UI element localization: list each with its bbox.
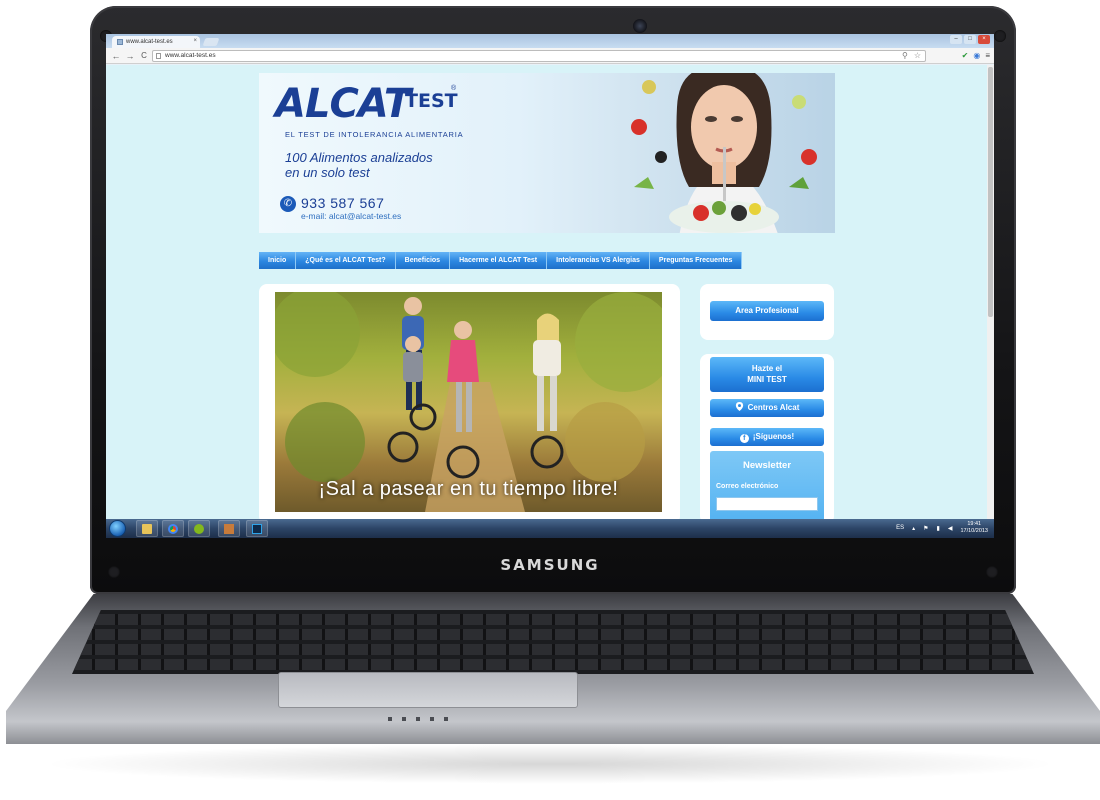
address-bar-icons: ⚲ ☆ xyxy=(902,51,921,60)
area-profesional-button[interactable]: Area Profesional xyxy=(710,301,824,321)
site-logo-subtitle: EL TEST DE INTOLERANCIA ALIMENTARIA xyxy=(285,130,464,139)
nav-item-inicio[interactable]: Inicio xyxy=(259,252,297,269)
facebook-icon: f xyxy=(739,434,749,443)
status-lights xyxy=(388,717,448,721)
nav-item-intolerancias-vs-alergias[interactable]: Intolerancias VS Alergias xyxy=(547,252,650,269)
close-window-button[interactable]: × xyxy=(978,35,990,44)
contact-email[interactable]: e-mail: alcat@alcat-test.es xyxy=(301,211,401,221)
chrome-menu-icon[interactable]: ≡ xyxy=(985,50,990,62)
new-tab-button[interactable] xyxy=(202,38,220,46)
browser-tab[interactable]: www.alcat-test.es × xyxy=(112,36,200,48)
laptop-shadow xyxy=(40,744,1060,784)
taskbar-photoshop-button[interactable] xyxy=(246,520,268,537)
scrollbar-thumb[interactable] xyxy=(988,67,993,317)
network-icon[interactable]: ▮ xyxy=(937,525,940,532)
webcam-icon xyxy=(633,19,647,33)
window-controls: – □ × xyxy=(950,35,990,44)
tab-title: www.alcat-test.es xyxy=(126,39,173,45)
reload-icon[interactable]: C xyxy=(138,50,150,62)
mini-test-line2: MINI TEST xyxy=(747,375,787,384)
minimize-button[interactable]: – xyxy=(950,35,962,44)
key-row xyxy=(72,614,1034,625)
newsletter-box: Newsletter Correo electrónico xyxy=(710,451,824,519)
browser-toolbar: ← → C www.alcat-test.es ⚲ ☆ ✔ ◉ ≡ xyxy=(106,48,994,64)
address-bar-url: www.alcat-test.es xyxy=(165,52,216,59)
centros-alcat-button[interactable]: Centros Alcat xyxy=(710,399,824,417)
nav-item-que-es[interactable]: ¿Qué es el ALCAT Test? xyxy=(296,252,396,269)
windows-taskbar: ES ▴ ⚑ ▮ ◀ 19:41 17/10/2013 xyxy=(106,519,994,538)
system-tray: ES ▴ ⚑ ▮ ◀ 19:41 17/10/2013 xyxy=(896,521,988,535)
app-icon xyxy=(224,524,234,534)
tagline-line2: en un solo test xyxy=(285,165,370,180)
nav-item-hacerme-test[interactable]: Hacerme el ALCAT Test xyxy=(450,252,548,269)
folder-icon xyxy=(142,524,152,534)
zoom-icon[interactable]: ⚲ xyxy=(902,51,908,60)
back-icon[interactable]: ← xyxy=(110,50,122,62)
key-row xyxy=(72,659,1034,670)
bezel-screw xyxy=(994,30,1006,42)
tray-arrow-icon[interactable]: ▴ xyxy=(912,525,915,532)
newsletter-email-label: Correo electrónico xyxy=(716,483,779,490)
forward-icon[interactable]: → xyxy=(124,50,136,62)
location-pin-icon xyxy=(735,402,743,411)
maximize-button[interactable]: □ xyxy=(964,35,976,44)
taskbar-spotify-button[interactable] xyxy=(188,520,210,537)
woman-eating-salad-image xyxy=(631,73,817,233)
extension-check-icon[interactable]: ✔ xyxy=(962,50,969,62)
nav-item-preguntas-frecuentes[interactable]: Preguntas Frecuentes xyxy=(649,252,743,269)
tab-close-icon[interactable]: × xyxy=(193,38,197,44)
siguenos-label: ¡Síguenos! xyxy=(752,432,795,441)
address-bar[interactable]: www.alcat-test.es ⚲ ☆ xyxy=(152,50,926,62)
taskbar-explorer-button[interactable] xyxy=(136,520,158,537)
page-icon xyxy=(156,53,161,59)
chrome-icon xyxy=(168,524,178,534)
nav-item-beneficios[interactable]: Beneficios xyxy=(395,252,451,269)
registered-mark: ® xyxy=(451,85,457,92)
extension-icon[interactable]: ◉ xyxy=(973,50,980,62)
key-row xyxy=(72,644,1034,655)
sidebar-actions-box: Hazte el MINI TEST Centros Alcat f ¡Sígue… xyxy=(700,354,834,519)
main-nav: Inicio ¿Qué es el ALCAT Test? Beneficios… xyxy=(259,252,743,269)
page-favicon-icon xyxy=(117,39,123,45)
taskbar-app-button[interactable] xyxy=(218,520,240,537)
sidebar-professional-box: Area Profesional xyxy=(700,284,834,340)
volume-icon[interactable]: ◀ xyxy=(948,525,953,532)
tagline-line1: 100 Alimentos analizados xyxy=(285,150,433,165)
phone-icon: ✆ xyxy=(280,196,296,212)
slideshow-image[interactable]: ¡Sal a pasear en tu tiempo libre! xyxy=(275,292,662,512)
centros-alcat-label: Centros Alcat xyxy=(747,403,800,412)
language-indicator[interactable]: ES xyxy=(896,525,904,531)
site-header-banner: ALCAT TEST ® EL TEST DE INTOLERANCIA ALI… xyxy=(259,73,835,233)
clock-time: 19:41 xyxy=(967,521,982,527)
contact-phone: 933 587 567 xyxy=(301,195,385,211)
start-button-icon[interactable] xyxy=(109,520,126,537)
site-logo-test: TEST xyxy=(405,90,458,112)
newsletter-title: Newsletter xyxy=(742,460,792,471)
web-page: ALCAT TEST ® EL TEST DE INTOLERANCIA ALI… xyxy=(106,65,994,519)
mini-test-line1: Hazte el xyxy=(751,364,783,373)
touchpad xyxy=(278,672,578,708)
slide-caption: ¡Sal a pasear en tu tiempo libre! xyxy=(318,478,619,500)
laptop-brand-logo: SAMSUNG xyxy=(500,556,600,574)
bezel-screw xyxy=(986,566,998,578)
laptop-screen: www.alcat-test.es × – □ × ← → C www.alca… xyxy=(106,34,994,538)
bookmark-star-icon[interactable]: ☆ xyxy=(914,51,921,60)
clock-date: 17/10/2013 xyxy=(960,528,988,534)
spotify-icon xyxy=(194,524,204,534)
mini-test-button[interactable]: Hazte el MINI TEST xyxy=(710,357,824,392)
flag-icon[interactable]: ⚑ xyxy=(923,525,928,532)
newsletter-email-input[interactable] xyxy=(716,497,818,511)
key-row xyxy=(72,629,1034,640)
extension-icons: ✔ ◉ ≡ xyxy=(962,50,990,62)
keyboard xyxy=(72,610,1034,674)
taskbar-chrome-button[interactable] xyxy=(162,520,184,537)
photoshop-icon xyxy=(252,524,262,534)
siguenos-facebook-button[interactable]: f ¡Síguenos! xyxy=(710,428,824,446)
bezel-screw xyxy=(108,566,120,578)
site-logo[interactable]: ALCAT xyxy=(275,81,411,127)
browser-tab-strip: www.alcat-test.es × – □ × xyxy=(106,34,994,48)
main-content-box: ¡Sal a pasear en tu tiempo libre! xyxy=(259,284,680,519)
page-scrollbar[interactable] xyxy=(987,65,994,519)
taskbar-clock[interactable]: 19:41 17/10/2013 xyxy=(960,521,988,535)
